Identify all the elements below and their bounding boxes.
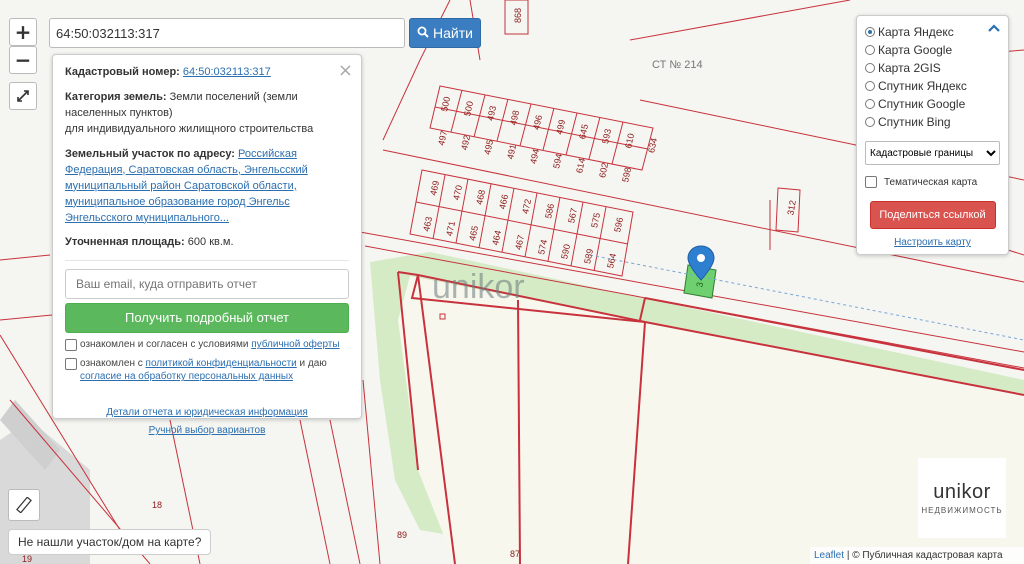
search-button[interactable]: Найти	[409, 18, 481, 48]
offer-checkbox[interactable]	[65, 339, 77, 352]
layer-switcher-panel: Карта Яндекс Карта Google Карта 2GIS Спутни…	[856, 15, 1009, 255]
zoom-out-button[interactable]: −	[9, 46, 37, 74]
parcel-info-panel: × Кадастровый номер: 64:50:032113:317 Ка…	[52, 54, 362, 436]
basemap-option-label: Спутник Яндекс	[878, 79, 967, 93]
label-87: 87	[510, 549, 520, 559]
basemap-option[interactable]: Спутник Яндекс	[865, 77, 1000, 95]
watermark: unikor	[432, 268, 525, 306]
basemap-option-label: Карта Google	[878, 43, 953, 57]
label-868: 868	[513, 8, 523, 23]
not-found-button[interactable]: Не нашли участок/дом на карте?	[8, 529, 212, 555]
share-link-button[interactable]: Поделиться ссылкой	[869, 201, 996, 229]
basemap-option[interactable]: Карта Google	[865, 41, 1000, 59]
fullscreen-icon[interactable]	[9, 82, 37, 110]
privacy-link[interactable]: политикой конфиденциальности	[146, 358, 297, 369]
consent-privacy-text: ознакомлен с политикой конфиденциальност…	[80, 357, 327, 383]
category-use: для индивидуального жилищного строительс…	[65, 122, 314, 135]
basemap-option[interactable]: Карта 2GIS	[865, 59, 1000, 77]
zoom-in-button[interactable]: +	[9, 18, 37, 46]
area-label: Уточненная площадь:	[65, 236, 185, 249]
chevron-up-icon[interactable]	[988, 22, 1000, 36]
label-18: 18	[152, 500, 162, 510]
search-button-label: Найти	[433, 25, 473, 41]
basemap-option[interactable]: Спутник Google	[865, 95, 1000, 113]
manual-select-link[interactable]: Ручной выбор вариантов	[149, 425, 266, 436]
label-st: СТ № 214	[652, 59, 703, 71]
basemap-option-label: Карта Яндекс	[878, 25, 954, 39]
radio-icon[interactable]	[865, 99, 875, 109]
report-details-link[interactable]: Детали отчета и юридическая информация	[106, 407, 308, 418]
basemap-option-label: Спутник Bing	[878, 115, 951, 129]
radio-icon[interactable]	[865, 27, 875, 37]
cadastral-label: Кадастровый номер:	[65, 66, 180, 78]
privacy-checkbox[interactable]	[65, 357, 77, 370]
configure-map-link[interactable]: Настроить карту	[894, 237, 971, 248]
thematic-checkbox[interactable]	[865, 176, 877, 188]
logo-brand: unikor	[933, 481, 991, 503]
basemap-option-label: Спутник Google	[878, 97, 966, 111]
offer-link[interactable]: публичной оферты	[251, 339, 339, 350]
overlay-select[interactable]: Кадастровые границы	[865, 141, 1000, 165]
search-input[interactable]	[49, 18, 405, 48]
radio-icon[interactable]	[865, 117, 875, 127]
email-field[interactable]	[65, 269, 349, 300]
get-report-button[interactable]: Получить подробный отчет	[65, 303, 349, 334]
label-89: 89	[397, 530, 407, 540]
basemap-option-label: Карта 2GIS	[878, 61, 941, 75]
radio-icon[interactable]	[865, 45, 875, 55]
radio-icon[interactable]	[865, 81, 875, 91]
basemap-option[interactable]: Карта Яндекс	[865, 23, 1000, 41]
logo-subtitle: НЕДВИЖИМОСТЬ	[921, 506, 1003, 515]
label-19: 19	[22, 554, 32, 564]
data-consent-link[interactable]: согласие на обработку персональных данны…	[80, 371, 293, 382]
close-icon[interactable]: ×	[338, 58, 353, 84]
thematic-label: Тематическая карта	[884, 176, 978, 188]
leaflet-link[interactable]: Leaflet	[814, 550, 844, 561]
consent-offer-text: ознакомлен и согласен с условиями публич…	[80, 339, 340, 351]
logo: unikor НЕДВИЖИМОСТЬ	[918, 458, 1006, 538]
basemap-option[interactable]: Спутник Bing	[865, 113, 1000, 131]
attribution-text: | © Публичная кадастровая карта	[846, 550, 1003, 561]
radio-icon[interactable]	[865, 63, 875, 73]
address-label: Земельный участок по адресу:	[65, 147, 235, 160]
ruler-icon[interactable]	[8, 489, 40, 521]
category-label: Категория земель:	[65, 90, 167, 103]
cadastral-number-link[interactable]: 64:50:032113:317	[183, 66, 271, 78]
search-icon	[417, 25, 429, 41]
map-attribution: Leaflet | © Публичная кадастровая карта	[810, 547, 1024, 564]
area-value: 600 кв.м.	[187, 236, 234, 249]
